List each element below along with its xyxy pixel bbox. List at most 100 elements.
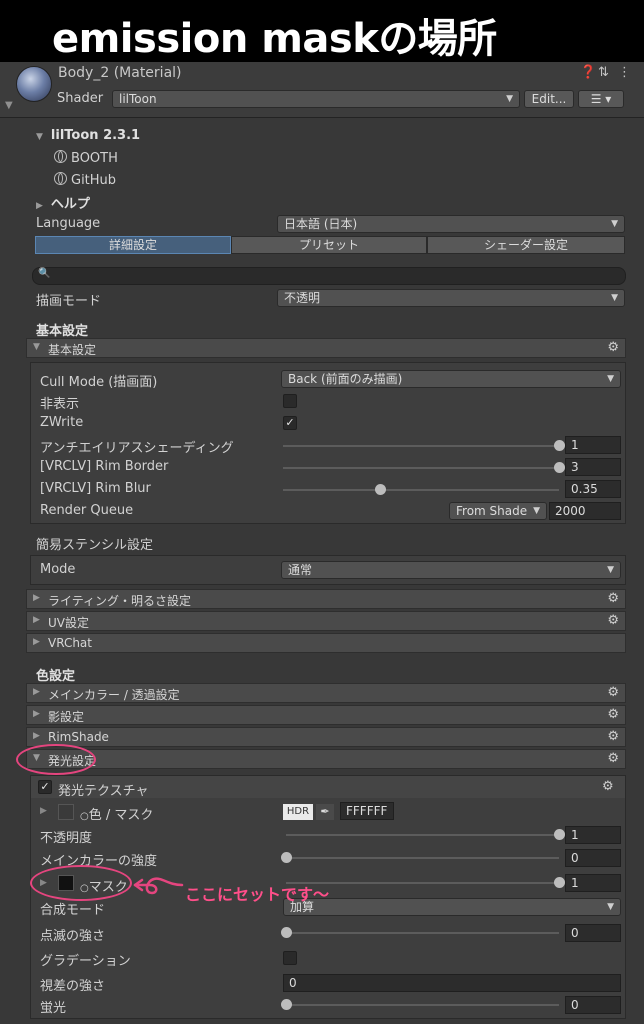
uv-section-header[interactable]: ▶ UV設定 ⚙: [26, 611, 626, 631]
more-menu-icon[interactable]: ⋮: [618, 65, 631, 80]
gear-icon[interactable]: ⚙: [607, 707, 619, 722]
shadow-section-header[interactable]: ▶ 影設定 ⚙: [26, 705, 626, 725]
gear-icon[interactable]: ⚙: [602, 779, 614, 794]
fluorescence-label: 蛍光: [40, 1001, 67, 1016]
main-color-strength-slider-knob[interactable]: [281, 852, 292, 863]
shader-dropdown[interactable]: lilToon ▼: [112, 90, 520, 108]
stencil-mode-label: Mode: [40, 562, 76, 577]
chevron-down-icon: ▼: [533, 506, 540, 516]
mask-slider-knob[interactable]: [554, 877, 565, 888]
collapse-triangle-icon[interactable]: ▼: [5, 100, 13, 111]
blink-slider-knob[interactable]: [281, 927, 292, 938]
render-queue-value[interactable]: 2000: [549, 502, 621, 520]
rim-blur-slider-track[interactable]: [283, 489, 559, 491]
mask-value[interactable]: 1: [565, 874, 621, 892]
antialias-slider-knob[interactable]: [554, 440, 565, 451]
opacity-slider-knob[interactable]: [554, 829, 565, 840]
hdr-color-swatch[interactable]: HDR: [283, 804, 313, 820]
rim-blur-value[interactable]: 0.35: [565, 480, 621, 498]
shader-value: lilToon: [119, 92, 157, 106]
parallax-value[interactable]: 0: [283, 974, 621, 992]
search-input[interactable]: [32, 267, 626, 285]
gear-icon[interactable]: ⚙: [607, 591, 619, 606]
search-icon: 🔍: [38, 268, 51, 279]
booth-link[interactable]: BOOTH: [54, 150, 118, 166]
emission-section-header[interactable]: ▼ 発光設定 ⚙: [26, 749, 626, 769]
color-hex-field[interactable]: FFFFFF: [340, 802, 394, 820]
cull-mode-dropdown[interactable]: Back (前面のみ描画) ▼: [281, 370, 621, 388]
edit-button[interactable]: Edit...: [524, 90, 574, 108]
color-heading: 色設定: [36, 669, 76, 684]
preset-icon[interactable]: ⇅: [598, 65, 609, 80]
antialias-slider-track[interactable]: [283, 445, 559, 447]
rim-border-label: [VRCLV] Rim Border: [40, 459, 169, 474]
gear-icon[interactable]: ⚙: [607, 340, 619, 355]
antialias-value[interactable]: 1: [565, 436, 621, 454]
language-dropdown[interactable]: 日本語 (日本) ▼: [277, 215, 625, 233]
material-name: Body_2 (Material): [58, 65, 182, 81]
basic-section-header[interactable]: ▼ 基本設定 ⚙: [26, 338, 626, 358]
parallax-label: 視差の強さ: [40, 979, 106, 994]
invisible-checkbox[interactable]: [283, 394, 297, 408]
invisible-label: 非表示: [40, 397, 80, 412]
chevron-down-icon: ▼: [607, 565, 614, 575]
version-row[interactable]: ▼ lilToon 2.3.1: [36, 128, 140, 143]
blink-value[interactable]: 0: [565, 924, 621, 942]
collapsed-triangle-icon: ▶: [33, 709, 40, 719]
render-queue-dropdown[interactable]: From Shade ▼: [449, 502, 547, 520]
cull-mode-label: Cull Mode (描画面): [40, 375, 158, 390]
tab-preset[interactable]: プリセット: [231, 236, 427, 254]
collapsed-triangle-icon: ▶: [36, 201, 43, 211]
blend-mode-label: 合成モード: [40, 903, 106, 918]
fluorescence-value[interactable]: 0: [565, 996, 621, 1014]
gear-icon[interactable]: ⚙: [607, 613, 619, 628]
expand-triangle-icon: ▼: [33, 342, 40, 352]
lighting-section-header[interactable]: ▶ ライティング・明るさ設定 ⚙: [26, 589, 626, 609]
main-color-section-header[interactable]: ▶ メインカラー / 透過設定 ⚙: [26, 683, 626, 703]
rim-border-slider-knob[interactable]: [554, 462, 565, 473]
gear-icon[interactable]: ⚙: [607, 751, 619, 766]
annotation-arrow-icon: [133, 877, 184, 895]
blend-mode-dropdown[interactable]: 加算 ▼: [283, 898, 621, 916]
rimshade-section-header[interactable]: ▶ RimShade ⚙: [26, 727, 626, 747]
fluorescence-slider-track[interactable]: [286, 1004, 559, 1006]
opacity-value[interactable]: 1: [565, 826, 621, 844]
help-icon[interactable]: ❓: [580, 65, 596, 80]
collapsed-triangle-icon: ▶: [33, 615, 40, 625]
rim-blur-label: [VRCLV] Rim Blur: [40, 481, 151, 496]
gear-icon[interactable]: ⚙: [607, 729, 619, 744]
main-color-strength-value[interactable]: 0: [565, 849, 621, 867]
rim-border-value[interactable]: 3: [565, 458, 621, 476]
globe-icon: [54, 150, 67, 163]
eyedropper-icon[interactable]: ✒: [316, 804, 334, 820]
help-row[interactable]: ▶ ヘルプ: [36, 193, 90, 212]
rim-blur-slider-knob[interactable]: [374, 484, 386, 495]
blink-label: 点滅の強さ: [40, 929, 106, 944]
color-texture-slot[interactable]: [58, 804, 74, 820]
tab-shader-settings[interactable]: シェーダー設定: [427, 236, 625, 254]
rim-border-slider-track[interactable]: [283, 467, 559, 469]
gear-icon[interactable]: ⚙: [607, 685, 619, 700]
gradation-label: グラデーション: [40, 954, 131, 969]
basic-heading: 基本設定: [36, 324, 89, 339]
stencil-mode-dropdown[interactable]: 通常 ▼: [281, 561, 621, 579]
opacity-slider-track[interactable]: [286, 834, 559, 836]
github-link[interactable]: GitHub: [54, 172, 116, 188]
main-color-strength-slider-track[interactable]: [286, 857, 559, 859]
fluorescence-slider-knob[interactable]: [281, 999, 292, 1010]
render-mode-dropdown[interactable]: 不透明 ▼: [277, 289, 625, 307]
vrchat-section-header[interactable]: ▶ VRChat: [26, 633, 626, 653]
emission-texture-checkbox[interactable]: ✓: [38, 780, 52, 794]
annotation-circle-mask: [30, 865, 132, 901]
blink-slider-track[interactable]: [286, 932, 559, 934]
chevron-down-icon: ▼: [506, 94, 513, 104]
gradation-checkbox[interactable]: [283, 951, 297, 965]
tab-advanced[interactable]: 詳細設定: [35, 236, 231, 254]
opacity-label: 不透明度: [40, 831, 93, 846]
list-options-button[interactable]: ☰ ▾: [578, 90, 624, 108]
emission-texture-label: 発光テクスチャ: [58, 784, 149, 799]
collapsed-triangle-icon[interactable]: ▶: [40, 806, 47, 816]
expand-triangle-icon: ▼: [36, 132, 43, 142]
zwrite-checkbox[interactable]: ✓: [283, 416, 297, 430]
annotation-text: ここにセットです〜: [185, 885, 330, 904]
